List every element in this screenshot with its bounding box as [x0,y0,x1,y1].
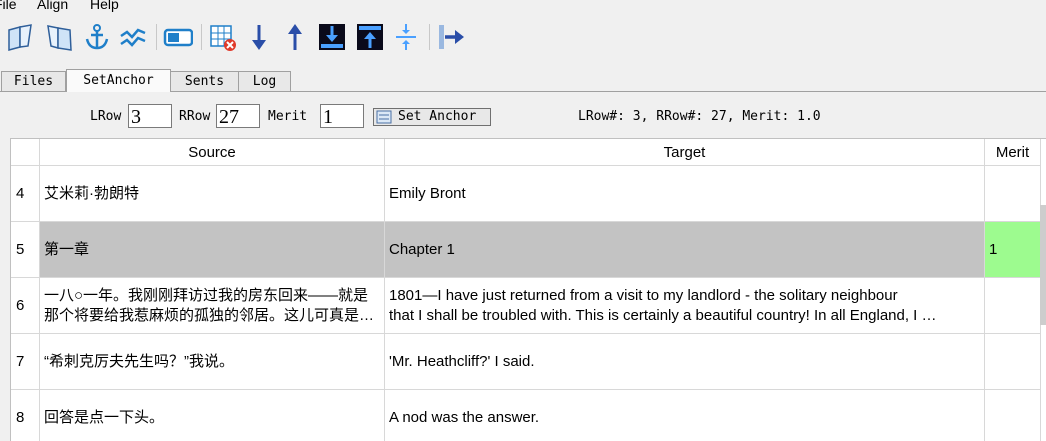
menu-file[interactable]: File [0,0,17,12]
target-cell[interactable]: 1801—I have just returned from a visit t… [385,278,985,334]
menu-align[interactable]: Align [37,0,68,12]
target-cell[interactable]: A nod was the answer. [385,390,985,441]
table-row[interactable]: 8 回答是点一下头。 A nod was the answer. [11,390,1046,441]
toggle-icon[interactable] [163,22,193,52]
table-row[interactable]: 7 “希刺克厉夫先生吗？”我说。 'Mr. Heathcliff?' I sai… [11,334,1046,390]
tab-bar: Files SetAnchor Sents Log [0,69,1046,92]
tab-sents[interactable]: Sents [170,71,239,91]
vertical-scrollbar[interactable] [1040,205,1046,325]
move-top-icon[interactable] [355,22,385,52]
target-line: that I shall be troubled with. This is c… [389,306,937,324]
source-line: 那个将要给我惹麻烦的孤独的邻居。这儿可真是… [44,306,375,324]
merit-cell[interactable] [985,278,1041,334]
row-number: 5 [11,222,40,278]
row-number: 4 [11,166,40,222]
source-cell[interactable]: 第一章 [40,222,385,278]
tab-setanchor[interactable]: SetAnchor [66,69,171,92]
source-cell[interactable]: 回答是点一下头。 [40,390,385,441]
lrow-input[interactable]: 3 [128,104,172,128]
anchor-panel: LRow 3 RRow 27 Merit 1 Set Anchor LRow#:… [0,92,1046,136]
alignment-table: Source Target Merit 4 艾米莉·勃朗特 Emily Bron… [10,138,1046,441]
open-book-right-icon[interactable] [44,22,74,52]
tab-log[interactable]: Log [238,71,291,91]
target-cell[interactable]: Emily Bront [385,166,985,222]
anchor-icon[interactable] [82,22,112,52]
source-cell[interactable]: 一八○一年。我刚刚拜访过我的房东回来——就是 那个将要给我惹麻烦的孤独的邻居。这… [40,278,385,334]
export-arrow-icon[interactable] [436,22,466,52]
table-row[interactable]: 4 艾米莉·勃朗特 Emily Bront [11,166,1046,222]
lrow-label: LRow [90,109,122,124]
source-header[interactable]: Source [40,139,385,166]
row-number: 6 [11,278,40,334]
merit-input[interactable]: 1 [320,104,364,128]
set-anchor-icon [376,110,392,124]
move-bottom-icon[interactable] [317,22,347,52]
open-book-left-icon[interactable] [6,22,36,52]
arrow-down-icon[interactable] [244,22,274,52]
target-cell[interactable]: Chapter 1 [385,222,985,278]
target-header[interactable]: Target [385,139,985,166]
merit-cell[interactable] [985,166,1041,222]
table-row-selected[interactable]: 5 第一章 Chapter 1 1 [11,222,1046,278]
source-line: 一八○一年。我刚刚拜访过我的房东回来——就是 [44,286,369,304]
align-lines-icon[interactable] [118,22,148,52]
table-row[interactable]: 6 一八○一年。我刚刚拜访过我的房东回来——就是 那个将要给我惹麻烦的孤独的邻居… [11,278,1046,334]
merit-cell[interactable] [985,334,1041,390]
merit-label: Merit [268,109,308,124]
row-number: 7 [11,334,40,390]
anchor-status: LRow#: 3, RRow#: 27, Merit: 1.0 [578,109,821,124]
merit-cell[interactable] [985,390,1041,441]
set-anchor-button[interactable]: Set Anchor [373,108,491,126]
arrow-up-icon[interactable] [280,22,310,52]
menu-help[interactable]: Help [90,0,119,12]
merit-cell[interactable]: 1 [985,222,1041,278]
target-cell[interactable]: 'Mr. Heathcliff?' I said. [385,334,985,390]
rownum-header [11,139,40,166]
source-cell[interactable]: “希刺克厉夫先生吗？”我说。 [40,334,385,390]
set-anchor-label: Set Anchor [398,109,477,124]
target-line: 1801—I have just returned from a visit t… [389,286,898,304]
menu-bar: File Align Help [0,0,1046,14]
toolbar [0,16,1046,62]
rrow-input[interactable]: 27 [216,104,260,128]
delete-table-icon[interactable] [208,22,238,52]
merit-header[interactable]: Merit [985,139,1041,166]
split-icon[interactable] [391,22,421,52]
row-number: 8 [11,390,40,441]
rrow-label: RRow [179,109,211,124]
tab-files[interactable]: Files [1,71,66,91]
source-cell[interactable]: 艾米莉·勃朗特 [40,166,385,222]
